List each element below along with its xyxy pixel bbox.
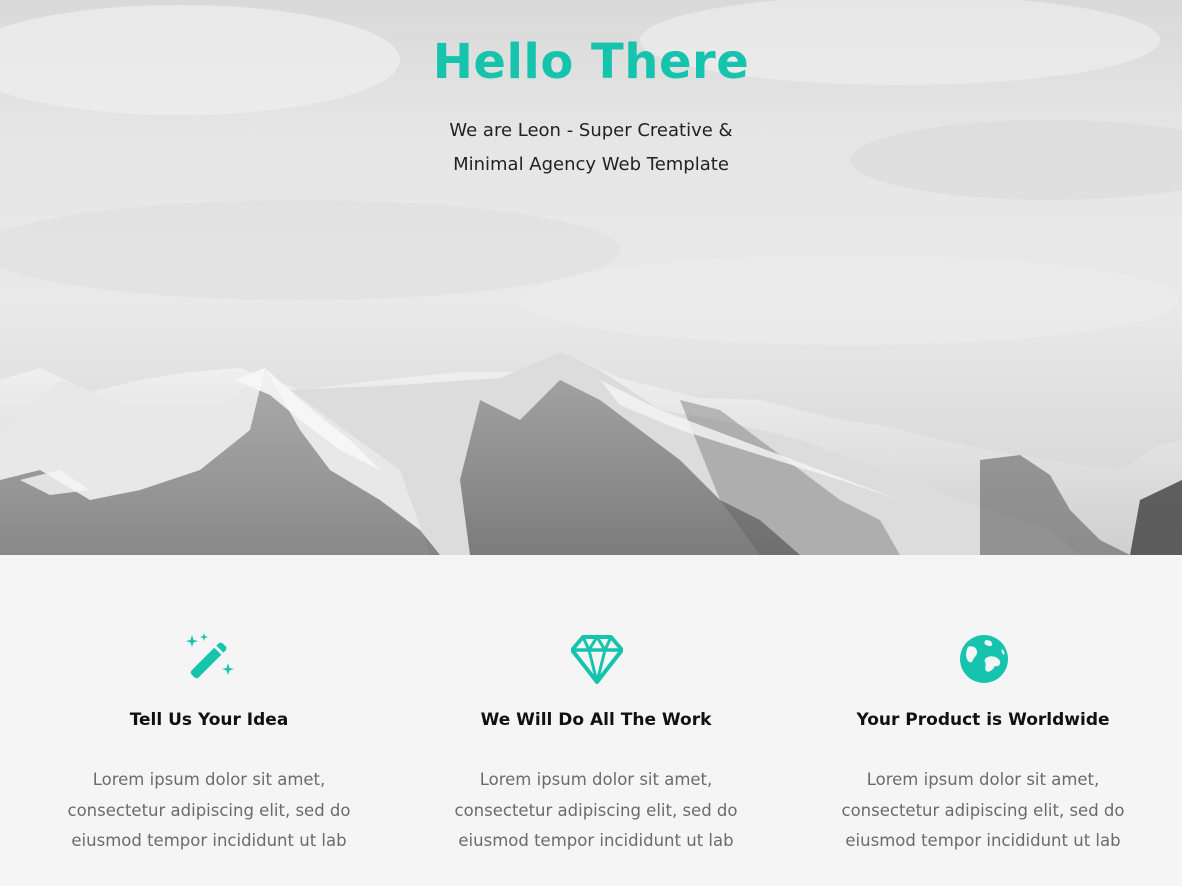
feature-text: Lorem ipsum dolor sit amet, consectetur … bbox=[49, 765, 369, 857]
feature-text: Lorem ipsum dolor sit amet, consectetur … bbox=[436, 765, 756, 857]
feature-title: Your Product is Worldwide bbox=[856, 710, 1110, 730]
hero-subtitle-line1: We are Leon - Super Creative & bbox=[449, 120, 733, 141]
hero-subtitle: We are Leon - Super Creative & Minimal A… bbox=[391, 114, 791, 182]
feature-title: Tell Us Your Idea bbox=[129, 710, 289, 730]
hero-subtitle-line2: Minimal Agency Web Template bbox=[453, 154, 729, 175]
feature-text-line: consectetur adipiscing elit, sed do bbox=[67, 800, 351, 820]
feature-text-line: eiusmod tempor incididunt ut lab bbox=[458, 831, 734, 850]
feature-text-line: Lorem ipsum dolor sit amet, bbox=[866, 770, 1100, 789]
feature-text-line: eiusmod tempor incididunt ut lab bbox=[845, 831, 1121, 850]
hero-title: Hello There bbox=[432, 34, 750, 90]
magic-wand-icon bbox=[184, 633, 236, 685]
feature-text-line: consectetur adipiscing elit, sed do bbox=[454, 800, 738, 820]
feature-text-line: Lorem ipsum dolor sit amet, bbox=[92, 770, 326, 789]
globe-icon bbox=[958, 633, 1010, 685]
diamond-icon bbox=[571, 633, 623, 685]
feature-title: We Will Do All The Work bbox=[480, 710, 712, 730]
feature-text-line: eiusmod tempor incididunt ut lab bbox=[71, 831, 347, 850]
page: Hello There We are Leon - Super Creative… bbox=[0, 0, 1182, 886]
hero-section: Hello There We are Leon - Super Creative… bbox=[0, 0, 1182, 555]
feature-text-line: Lorem ipsum dolor sit amet, bbox=[479, 770, 713, 789]
feature-text-line: consectetur adipiscing elit, sed do bbox=[841, 800, 1125, 820]
features-section: Tell Us Your Idea Lorem ipsum dolor sit … bbox=[0, 555, 1182, 886]
feature-text: Lorem ipsum dolor sit amet, consectetur … bbox=[823, 765, 1143, 857]
